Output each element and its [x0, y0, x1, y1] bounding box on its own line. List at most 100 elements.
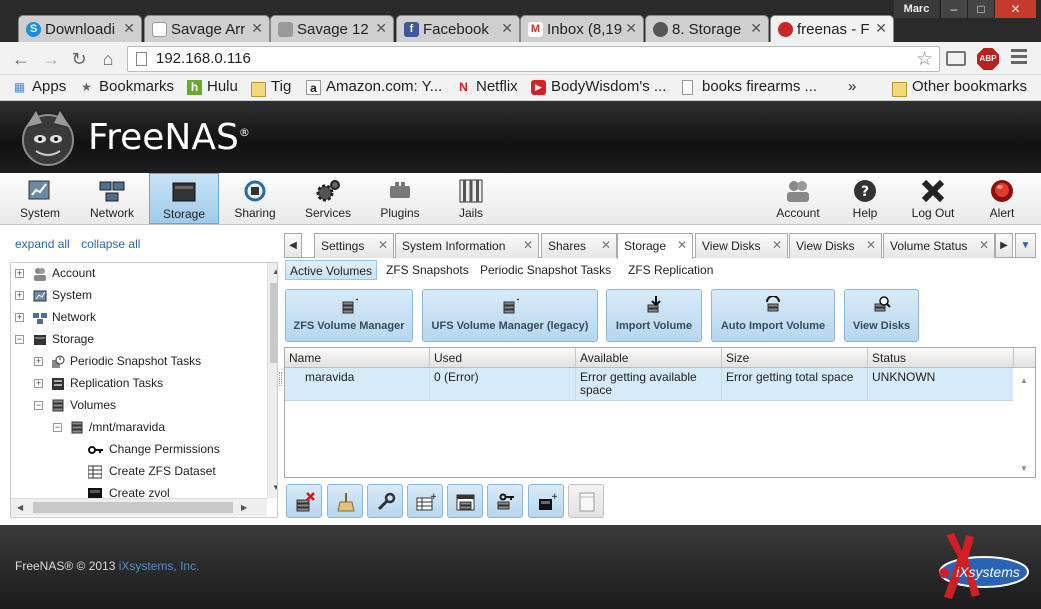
tree-item-mnt-maravida[interactable]: − /mnt/maravida [53, 420, 263, 438]
scrub-volume-button[interactable] [327, 484, 363, 518]
scroll-thumb[interactable] [33, 502, 233, 513]
bookmark-bodywisdom[interactable]: ▶ BodyWisdom's ... [531, 78, 666, 95]
home-button[interactable]: ⌂ [97, 48, 119, 70]
collapse-icon[interactable]: − [53, 423, 62, 432]
panel-splitter[interactable] [279, 372, 282, 386]
nav-jails[interactable]: Jails [438, 173, 504, 224]
minimize-button[interactable]: – [940, 0, 967, 18]
column-header-used[interactable]: Used [430, 348, 576, 367]
close-tab-icon[interactable]: ✕ [750, 20, 762, 37]
tab-list-dropdown-icon[interactable]: ▼ [1015, 233, 1036, 258]
back-button[interactable]: ← [10, 48, 32, 70]
tab-view-disks-2[interactable]: View Disks ✕ [789, 233, 882, 258]
change-permissions-button[interactable] [487, 484, 523, 518]
expand-icon[interactable]: + [34, 357, 43, 366]
bookmark-amazon[interactable]: a Amazon.com: Y... [306, 78, 442, 95]
tab-shares[interactable]: Shares ✕ [541, 233, 617, 258]
maximize-button[interactable]: □ [967, 0, 994, 18]
create-zvol-button[interactable] [447, 484, 483, 518]
close-tab-icon[interactable]: ✕ [601, 238, 611, 252]
expand-icon[interactable]: + [34, 379, 43, 388]
tree-item-account[interactable]: + Account [15, 266, 265, 284]
browser-tab[interactable]: Savage 12 ✕ [270, 15, 394, 42]
column-header-size[interactable]: Size [722, 348, 868, 367]
tree-vertical-scrollbar[interactable]: ▲ ▼ [267, 263, 277, 498]
collapse-icon[interactable]: − [34, 401, 43, 410]
bookmark-apps[interactable]: ▦ Apps [12, 78, 66, 95]
detach-volume-button[interactable] [286, 484, 322, 518]
browser-tab[interactable]: M Inbox (8,19 ✕ [520, 15, 644, 42]
expand-all-link[interactable]: expand all [15, 237, 70, 251]
column-header-available[interactable]: Available [576, 348, 722, 367]
close-tab-icon[interactable]: ✕ [677, 238, 687, 252]
bookmarks-overflow-chevron[interactable]: » [848, 78, 856, 95]
forward-button[interactable]: → [40, 48, 62, 70]
address-bar[interactable]: 192.168.0.116 ☆ [127, 46, 940, 72]
tab-storage[interactable]: Storage ✕ [617, 233, 693, 259]
volume-status-button[interactable] [568, 484, 604, 518]
scroll-up-icon[interactable]: ▲ [1020, 376, 1028, 385]
url-text[interactable]: 192.168.0.116 [156, 50, 251, 67]
cast-icon[interactable] [946, 51, 966, 66]
tab-scroll-left-icon[interactable]: ◀ [284, 233, 302, 258]
auto-import-volume-button[interactable]: Auto Import Volume [711, 289, 835, 342]
tree-item-network[interactable]: + Network [15, 310, 265, 328]
subtab-zfs-snapshots[interactable]: ZFS Snapshots [382, 260, 473, 280]
table-row[interactable]: maravida 0 (Error) Error getting availab… [285, 368, 1013, 401]
nav-sharing[interactable]: Sharing [222, 173, 288, 224]
column-header-status[interactable]: Status [868, 348, 1014, 367]
bookmark-tig[interactable]: Tig [251, 78, 291, 97]
create-snapshot-button[interactable]: + [528, 484, 564, 518]
close-tab-icon[interactable]: ✕ [378, 238, 388, 252]
close-tab-icon[interactable]: ✕ [875, 20, 887, 37]
nav-storage[interactable]: Storage [149, 173, 219, 224]
bookmark-hulu[interactable]: h Hulu [187, 78, 238, 95]
tab-settings[interactable]: Settings ✕ [314, 233, 394, 258]
import-volume-button[interactable]: Import Volume [606, 289, 702, 342]
tree-item-change-permissions[interactable]: Change Permissions [88, 442, 263, 460]
nav-services[interactable]: Services [295, 173, 361, 224]
tab-scroll-right-icon[interactable]: ▶ [995, 233, 1013, 258]
tree-item-replication-tasks[interactable]: + Replication Tasks [34, 376, 264, 394]
browser-tab[interactable]: f Facebook ✕ [396, 15, 520, 42]
chrome-menu-icon[interactable] [1011, 49, 1027, 67]
close-tab-icon[interactable]: ✕ [123, 20, 135, 37]
close-tab-icon[interactable]: ✕ [251, 20, 263, 37]
close-tab-icon[interactable]: ✕ [523, 238, 533, 252]
tree-item-volumes[interactable]: − Volumes [34, 398, 264, 416]
zfs-volume-manager-button[interactable]: + ZFS Volume Manager [285, 289, 413, 342]
create-zfs-dataset-button[interactable]: + [407, 484, 443, 518]
tree-item-periodic-snapshot-tasks[interactable]: + Periodic Snapshot Tasks [34, 354, 264, 372]
close-window-button[interactable]: ✕ [994, 0, 1036, 18]
expand-icon[interactable]: + [15, 291, 24, 300]
scroll-down-icon[interactable]: ▼ [272, 483, 277, 492]
browser-tab[interactable]: S Downloadi ✕ [18, 15, 142, 42]
grid-scrollbar[interactable]: ▲ ▼ [1013, 368, 1035, 477]
profile-user-label[interactable]: Marc [894, 0, 939, 18]
tab-view-disks[interactable]: View Disks ✕ [695, 233, 788, 258]
bookmark-bookmarks[interactable]: ★ Bookmarks [79, 78, 174, 95]
reload-button[interactable]: ↻ [68, 48, 90, 70]
collapse-all-link[interactable]: collapse all [81, 237, 140, 251]
tree-item-system[interactable]: + System [15, 288, 265, 306]
expand-icon[interactable]: + [15, 313, 24, 322]
tree-item-create-zfs-dataset[interactable]: Create ZFS Dataset [88, 464, 263, 482]
scroll-down-icon[interactable]: ▼ [1020, 464, 1028, 473]
close-tab-icon[interactable]: ✕ [625, 20, 637, 37]
tree-horizontal-scrollbar[interactable]: ◀ ▶ [11, 498, 267, 516]
nav-system[interactable]: System [7, 173, 73, 224]
subtab-zfs-replication[interactable]: ZFS Replication [624, 260, 717, 280]
browser-tab-active[interactable]: freenas - F ✕ [770, 15, 894, 42]
tab-system-information[interactable]: System Information ✕ [395, 233, 539, 258]
collapse-icon[interactable]: − [15, 335, 24, 344]
nav-account[interactable]: Account [764, 173, 832, 224]
ixsystems-link[interactable]: iXsystems, Inc. [119, 559, 200, 573]
subtab-active-volumes[interactable]: Active Volumes [285, 260, 378, 280]
nav-logout[interactable]: Log Out [900, 173, 966, 224]
close-tab-icon[interactable]: ✕ [772, 238, 782, 252]
edit-zfs-options-button[interactable] [367, 484, 403, 518]
close-tab-icon[interactable]: ✕ [375, 20, 387, 37]
browser-tab[interactable]: 8. Storage ✕ [645, 15, 769, 42]
bookmark-books-firearms[interactable]: books firearms ... [682, 78, 817, 95]
nav-alert[interactable]: Alert [973, 173, 1031, 224]
